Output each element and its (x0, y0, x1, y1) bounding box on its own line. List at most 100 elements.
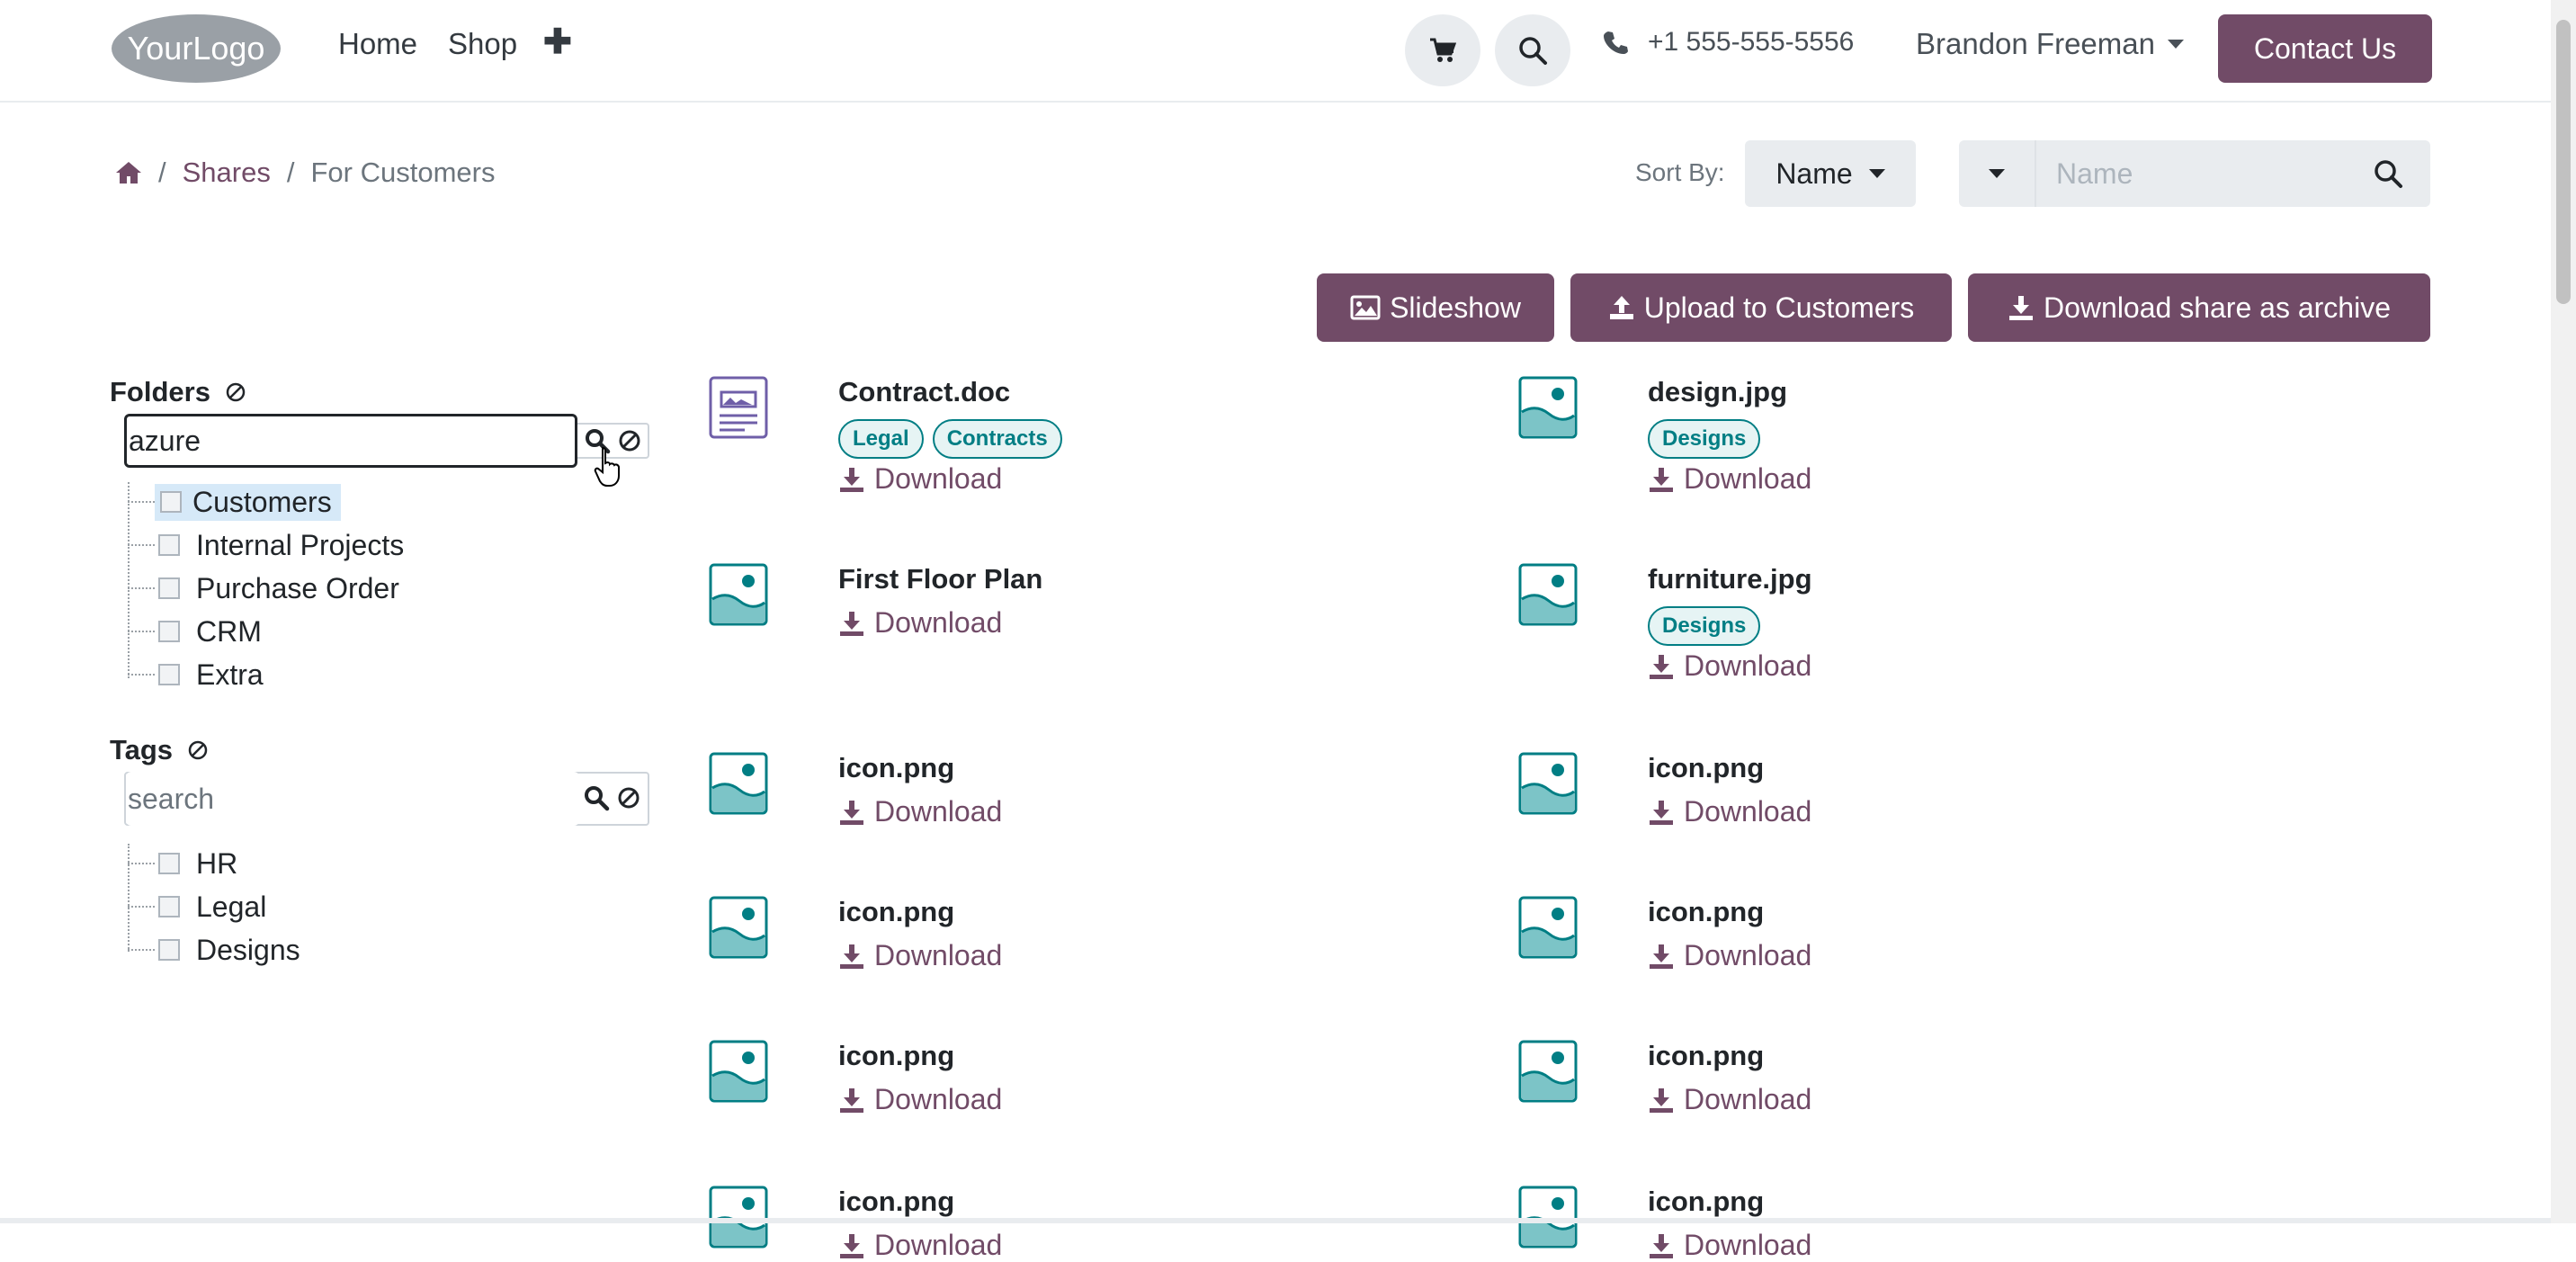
folder-checkbox[interactable] (158, 577, 180, 599)
file-name[interactable]: furniture.jpg (1648, 563, 1812, 595)
contact-us-button[interactable]: Contact Us (2218, 14, 2432, 83)
search-icon[interactable] (2373, 158, 2403, 189)
cart-button[interactable] (1405, 14, 1480, 86)
tag-item-hr[interactable]: HR (128, 844, 243, 883)
image-icon[interactable] (709, 1186, 768, 1249)
folder-checkbox[interactable] (160, 491, 182, 513)
download-icon (1650, 1233, 1673, 1258)
download-link[interactable]: Download (1648, 795, 1811, 828)
nav-home[interactable]: Home (338, 27, 417, 61)
tags-heading: Tags (110, 734, 209, 766)
search-input[interactable]: Name (2035, 140, 2430, 207)
tag-checkbox[interactable] (158, 853, 180, 874)
file-name[interactable]: icon.png (838, 752, 954, 784)
hand-cursor-icon (594, 446, 620, 487)
image-icon[interactable] (1518, 752, 1578, 815)
file-name[interactable]: icon.png (1648, 752, 1764, 784)
file-name[interactable]: icon.png (838, 1186, 954, 1218)
folder-item-extra[interactable]: Extra (128, 655, 269, 694)
download-label: Download (874, 939, 1003, 971)
search-button[interactable] (1495, 14, 1570, 86)
file-name[interactable]: design.jpg (1648, 376, 1787, 408)
tag-badge: Legal (838, 419, 924, 459)
image-icon[interactable] (709, 1040, 768, 1103)
nav-shop[interactable]: Shop (448, 27, 517, 61)
logo[interactable]: YourLogo (110, 13, 282, 85)
download-link[interactable]: Download (838, 795, 1002, 828)
download-archive-label: Download share as archive (2044, 291, 2391, 324)
download-link[interactable]: Download (838, 939, 1002, 972)
folder-tree: Customers Internal Projects Purchase Ord… (128, 482, 487, 691)
search-icon[interactable] (583, 784, 610, 811)
tag-filter: search (124, 772, 649, 826)
download-icon (1650, 1087, 1673, 1113)
home-icon[interactable] (115, 160, 142, 185)
file-name[interactable]: icon.png (1648, 1186, 1764, 1218)
folder-item-customers[interactable]: Customers (128, 482, 341, 522)
file-name[interactable]: icon.png (838, 1040, 954, 1072)
tag-label: HR (196, 846, 238, 880)
download-icon (840, 800, 863, 825)
chevron-down-icon (1868, 169, 1885, 178)
tag-filter-input[interactable]: search (126, 772, 579, 826)
upload-button[interactable]: Upload to Customers (1570, 273, 1952, 342)
user-menu[interactable]: Brandon Freeman (1916, 27, 2184, 61)
add-menu-icon[interactable]: ✚ (543, 22, 572, 62)
clear-filter-icon[interactable] (187, 739, 209, 761)
sort-dropdown[interactable]: Name (1745, 140, 1916, 207)
file-tags: Legal Contracts (838, 419, 1062, 459)
document-icon[interactable] (709, 376, 768, 439)
file-name[interactable]: icon.png (838, 896, 954, 928)
image-icon[interactable] (1518, 896, 1578, 959)
folder-checkbox[interactable] (158, 621, 180, 642)
download-link[interactable]: Download (1648, 939, 1811, 972)
download-link[interactable]: Download (838, 1083, 1002, 1116)
download-label: Download (1684, 1083, 1812, 1115)
scrollbar-thumb[interactable] (2556, 20, 2571, 304)
cart-icon (1430, 38, 1456, 62)
folder-filter: azure (124, 414, 649, 468)
tag-item-designs[interactable]: Designs (128, 930, 306, 970)
download-link[interactable]: Download (1648, 649, 1811, 683)
tag-checkbox[interactable] (158, 939, 180, 961)
image-icon[interactable] (1518, 1040, 1578, 1103)
download-link[interactable]: Download (1648, 462, 1811, 496)
folder-filter-input[interactable]: azure (124, 414, 577, 468)
image-icon[interactable] (709, 563, 768, 626)
phone-contact[interactable]: +1 555-555-5556 (1603, 27, 1854, 58)
download-link[interactable]: Download (1648, 1229, 1811, 1262)
tag-checkbox[interactable] (158, 896, 180, 917)
search-group: Name (1959, 140, 2430, 207)
search-filter-dropdown[interactable] (1959, 140, 2035, 207)
folder-checkbox[interactable] (158, 534, 180, 556)
file-name[interactable]: icon.png (1648, 1040, 1764, 1072)
folder-item-purchase-order[interactable]: Purchase Order (128, 568, 405, 608)
folder-item-crm[interactable]: CRM (128, 612, 267, 651)
chevron-down-icon (2167, 40, 2184, 49)
file-name[interactable]: First Floor Plan (838, 563, 1042, 595)
image-icon[interactable] (1518, 563, 1578, 626)
folder-checkbox[interactable] (158, 664, 180, 685)
download-icon (840, 944, 863, 969)
download-archive-button[interactable]: Download share as archive (1968, 273, 2430, 342)
download-link[interactable]: Download (1648, 1083, 1811, 1116)
download-link[interactable]: Download (838, 606, 1002, 640)
clear-filter-icon[interactable] (225, 381, 246, 403)
vertical-scrollbar[interactable] (2551, 0, 2576, 1223)
download-link[interactable]: Download (838, 462, 1002, 496)
file-tags: Designs (1648, 419, 1761, 459)
download-link[interactable]: Download (838, 1229, 1002, 1262)
slideshow-button[interactable]: Slideshow (1317, 273, 1554, 342)
tag-badge: Designs (1648, 419, 1761, 459)
image-icon[interactable] (1518, 376, 1578, 439)
image-icon[interactable] (709, 752, 768, 815)
search-icon (1519, 37, 1547, 65)
image-icon[interactable] (709, 896, 768, 959)
image-icon[interactable] (1518, 1186, 1578, 1249)
file-name[interactable]: Contract.doc (838, 376, 1010, 408)
folder-item-internal-projects[interactable]: Internal Projects (128, 525, 409, 565)
breadcrumb-shares[interactable]: Shares (183, 157, 271, 189)
tag-item-legal[interactable]: Legal (128, 887, 272, 926)
clear-icon[interactable] (617, 786, 640, 810)
file-name[interactable]: icon.png (1648, 896, 1764, 928)
